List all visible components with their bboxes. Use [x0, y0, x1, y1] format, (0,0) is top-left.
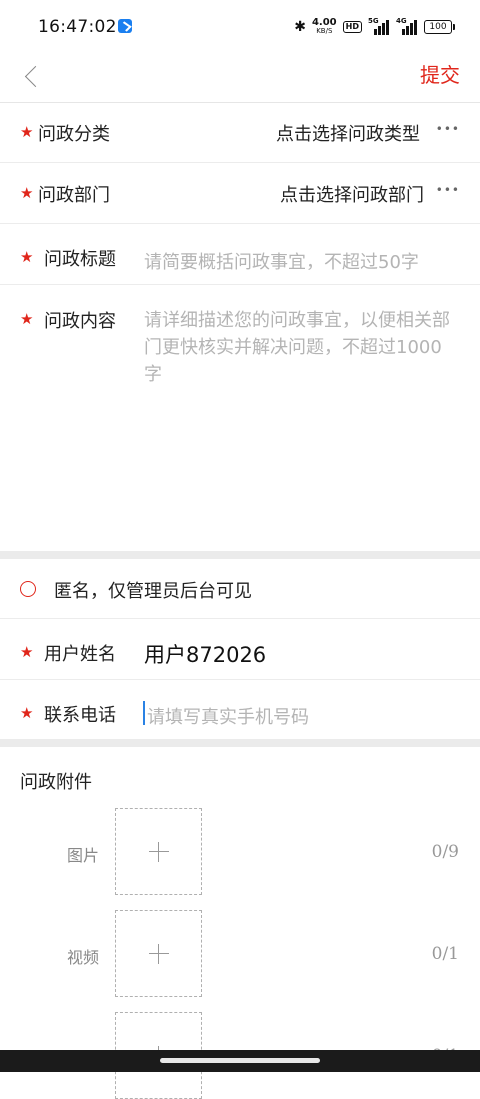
content-label: 问政内容 — [44, 311, 116, 332]
upload-image-button[interactable] — [115, 808, 202, 895]
department-row[interactable]: ★ 问政部门 点击选择问政部门 ••• — [0, 163, 480, 224]
signal-5g-icon: 5G — [368, 17, 390, 35]
attachment-label-image: 图片 — [67, 846, 100, 865]
phone-input[interactable]: 请填写真实手机号码 — [147, 703, 447, 729]
plus-icon — [148, 943, 169, 964]
bluetooth-icon: ✱ — [294, 19, 306, 35]
status-time: 16:47:02 — [38, 17, 117, 37]
upload-video-button[interactable] — [115, 910, 202, 997]
required-star-icon: ★ — [20, 248, 34, 266]
username-label: 用户姓名 — [44, 644, 116, 665]
required-star-icon: ★ — [20, 643, 34, 661]
plus-icon — [148, 841, 169, 862]
username-row: ★ 用户姓名 用户872026 — [0, 619, 480, 680]
username-value[interactable]: 用户872026 — [144, 639, 266, 669]
required-star-icon: ★ — [20, 310, 34, 328]
content-row: ★ 问政内容 请详细描述您的问政事宜，以便相关部门更快核实并解决问题，不超过10… — [0, 285, 480, 551]
gesture-bar — [0, 1050, 480, 1072]
app-notification-icon — [118, 19, 132, 33]
home-indicator[interactable] — [160, 1058, 320, 1063]
required-star-icon: ★ — [20, 704, 34, 722]
top-nav: 提交 — [0, 54, 480, 103]
category-select[interactable]: 点击选择问政类型 — [276, 120, 420, 146]
back-chevron-icon[interactable] — [20, 62, 50, 92]
network-speed: 4.00 KB/S — [312, 18, 337, 36]
section-divider — [0, 739, 480, 747]
title-input[interactable]: 请简要概括问政事宜，不超过50字 — [144, 248, 464, 274]
submit-button[interactable]: 提交 — [420, 59, 460, 88]
anonymous-row[interactable]: 匿名，仅管理员后台可见 — [0, 559, 480, 619]
status-bar: 16:47:02 ✱ 4.00 KB/S HD 5G 4G 100 — [0, 0, 480, 54]
title-row: ★ 问政标题 请简要概括问政事宜，不超过50字 — [0, 224, 480, 285]
video-count: 0/1 — [431, 944, 459, 964]
signal-4g-label: 4G — [396, 17, 407, 25]
anonymous-radio[interactable] — [20, 581, 36, 597]
phone-row: ★ 联系电话 请填写真实手机号码 — [0, 680, 480, 739]
section-divider — [0, 551, 480, 559]
category-row[interactable]: ★ 问政分类 点击选择问政类型 ••• — [0, 102, 480, 163]
department-label: 问政部门 — [38, 185, 110, 206]
required-star-icon: ★ — [20, 184, 34, 202]
text-cursor — [143, 701, 145, 725]
network-speed-unit: KB/S — [316, 27, 333, 35]
hd-icon: HD — [342, 21, 362, 33]
category-label: 问政分类 — [38, 124, 110, 145]
signal-5g-label: 5G — [368, 17, 379, 25]
attachments-title: 问政附件 — [20, 772, 92, 793]
more-dots-icon[interactable]: ••• — [436, 122, 460, 136]
department-select[interactable]: 点击选择问政部门 — [280, 181, 424, 207]
anonymous-label: 匿名，仅管理员后台可见 — [54, 581, 252, 602]
content-textarea[interactable]: 请详细描述您的问政事宜，以便相关部门更快核实并解决问题，不超过1000字 — [144, 307, 458, 388]
required-star-icon: ★ — [20, 123, 34, 141]
battery-icon: 100 — [424, 20, 455, 34]
attachment-label-video: 视频 — [67, 948, 100, 967]
phone-label: 联系电话 — [44, 705, 116, 726]
title-label: 问政标题 — [44, 249, 116, 270]
image-count: 0/9 — [431, 842, 459, 862]
network-speed-value: 4.00 — [311, 17, 337, 28]
status-icons: ✱ 4.00 KB/S HD 5G 4G 100 — [294, 14, 455, 40]
signal-4g-icon: 4G — [396, 17, 418, 35]
more-dots-icon[interactable]: ••• — [436, 183, 460, 197]
